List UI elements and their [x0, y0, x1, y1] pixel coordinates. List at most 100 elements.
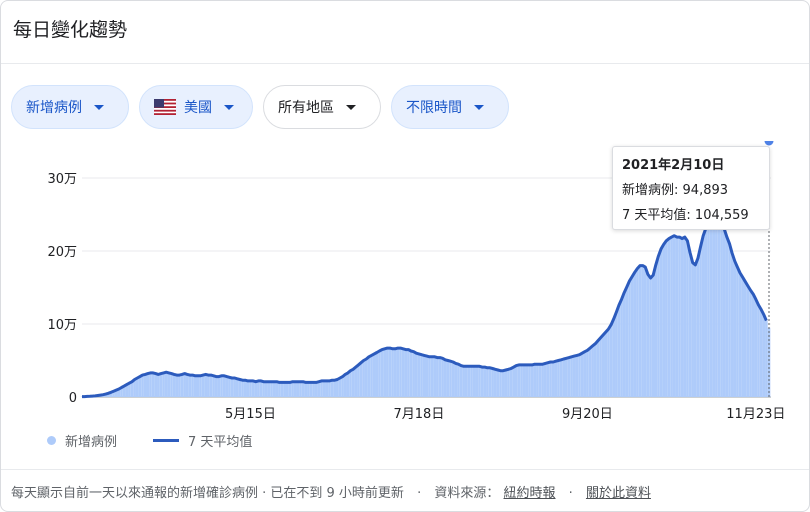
case-bar — [314, 382, 318, 397]
source-link[interactable]: 紐約時報 — [504, 486, 556, 501]
case-bar — [551, 361, 555, 397]
case-bar — [633, 272, 637, 397]
case-bar — [709, 219, 713, 397]
case-bar — [278, 382, 281, 397]
case-bar — [596, 340, 600, 397]
chevron-down-icon — [94, 104, 104, 110]
case-bar — [235, 378, 239, 397]
case-bar — [701, 235, 705, 397]
case-bar — [486, 367, 489, 397]
case-bar — [199, 375, 202, 397]
case-bar — [546, 362, 550, 397]
case-bar — [414, 353, 418, 397]
case-bar — [612, 318, 616, 397]
case-bar — [767, 327, 771, 397]
case-bar — [567, 357, 571, 397]
case-bar — [759, 309, 763, 397]
case-bar — [517, 364, 521, 397]
region-filter-chip[interactable]: 所有地區 — [263, 85, 381, 129]
case-bar — [151, 372, 155, 397]
case-bar — [375, 352, 379, 397]
case-bar — [238, 379, 242, 397]
chevron-down-icon — [224, 104, 234, 110]
case-bar — [622, 292, 626, 397]
case-bar — [607, 329, 610, 397]
case-bar — [630, 276, 634, 397]
case-bar — [559, 359, 563, 397]
case-bar — [441, 358, 444, 397]
case-bar — [396, 348, 400, 397]
case-bar — [704, 228, 708, 397]
x-tick-label: 7月18日 — [394, 407, 445, 422]
tooltip-avg-label: 7 天平均值 — [622, 208, 687, 223]
case-bar — [188, 375, 192, 397]
x-tick-label: 9月20日 — [562, 407, 613, 422]
case-bar — [454, 363, 458, 397]
y-tick-label: 20万 — [47, 245, 77, 260]
case-bar — [483, 367, 487, 397]
case-bar — [593, 343, 597, 397]
case-bar — [162, 372, 165, 397]
case-bar — [678, 237, 681, 397]
about-data-link[interactable]: 關於此資料 — [586, 486, 651, 501]
case-bar — [228, 377, 231, 397]
case-bar — [222, 375, 226, 397]
case-bar — [501, 370, 505, 397]
case-bar — [675, 237, 679, 397]
case-bar — [259, 380, 263, 397]
case-bar — [586, 350, 589, 397]
case-bar — [307, 382, 310, 397]
case-bar — [243, 380, 247, 397]
case-bar — [643, 267, 647, 397]
case-bar — [528, 364, 531, 397]
case-bar — [135, 378, 139, 397]
case-bar — [601, 334, 605, 397]
case-bar — [530, 364, 534, 397]
case-bar — [330, 380, 334, 397]
case-bar — [280, 382, 284, 397]
card-title: 每日變化趨勢 — [13, 19, 128, 41]
case-bar — [328, 380, 331, 397]
case-bar — [462, 366, 465, 397]
case-bar — [393, 348, 397, 397]
case-bar — [765, 321, 768, 397]
case-bar — [130, 381, 134, 397]
case-bar — [422, 355, 426, 397]
case-bar — [443, 359, 447, 397]
daily-trend-card: 每日變化趨勢 新增病例 美國 所有地區 不限時間 0 10万 20万 30万 5月15日… — [0, 0, 810, 512]
case-bar — [683, 237, 687, 397]
case-bar — [670, 237, 673, 397]
case-bar — [212, 375, 215, 397]
case-bar — [504, 369, 508, 397]
case-bar — [309, 382, 313, 397]
time-filter-chip[interactable]: 不限時間 — [391, 85, 509, 129]
case-bar — [641, 265, 644, 397]
metric-filter-chip[interactable]: 新增病例 — [11, 85, 129, 129]
case-bar — [157, 374, 160, 397]
country-filter-chip[interactable]: 美國 — [139, 85, 253, 129]
case-bar — [665, 240, 668, 397]
chart-tooltip: 2021年2月10日 新增病例: 94,893 7 天平均值: 104,559 — [612, 146, 770, 230]
case-bar — [370, 355, 373, 397]
case-bar — [164, 372, 168, 397]
case-bar — [159, 373, 163, 397]
case-bar — [359, 362, 363, 397]
tooltip-avg-row: 7 天平均值: 104,559 — [622, 208, 749, 223]
case-bar — [662, 244, 666, 397]
legend-bars: 新增病例 — [47, 431, 117, 450]
case-bar — [741, 277, 744, 397]
case-bar — [691, 262, 694, 397]
case-bar — [317, 381, 321, 397]
case-bar — [628, 280, 631, 397]
us-flag-icon — [154, 99, 176, 115]
case-bar — [599, 337, 602, 397]
case-bar — [336, 379, 339, 397]
footer-note: 每天顯示自前一天以來通報的新增確診病例 · 已在不到 9 小時前更新 — [11, 486, 404, 501]
case-bar — [615, 312, 618, 397]
case-bar — [299, 381, 302, 397]
case-bar — [746, 286, 750, 397]
case-bar — [367, 356, 371, 397]
time-filter-label: 不限時間 — [406, 100, 462, 116]
case-bar — [467, 366, 471, 397]
case-bar — [346, 372, 350, 397]
